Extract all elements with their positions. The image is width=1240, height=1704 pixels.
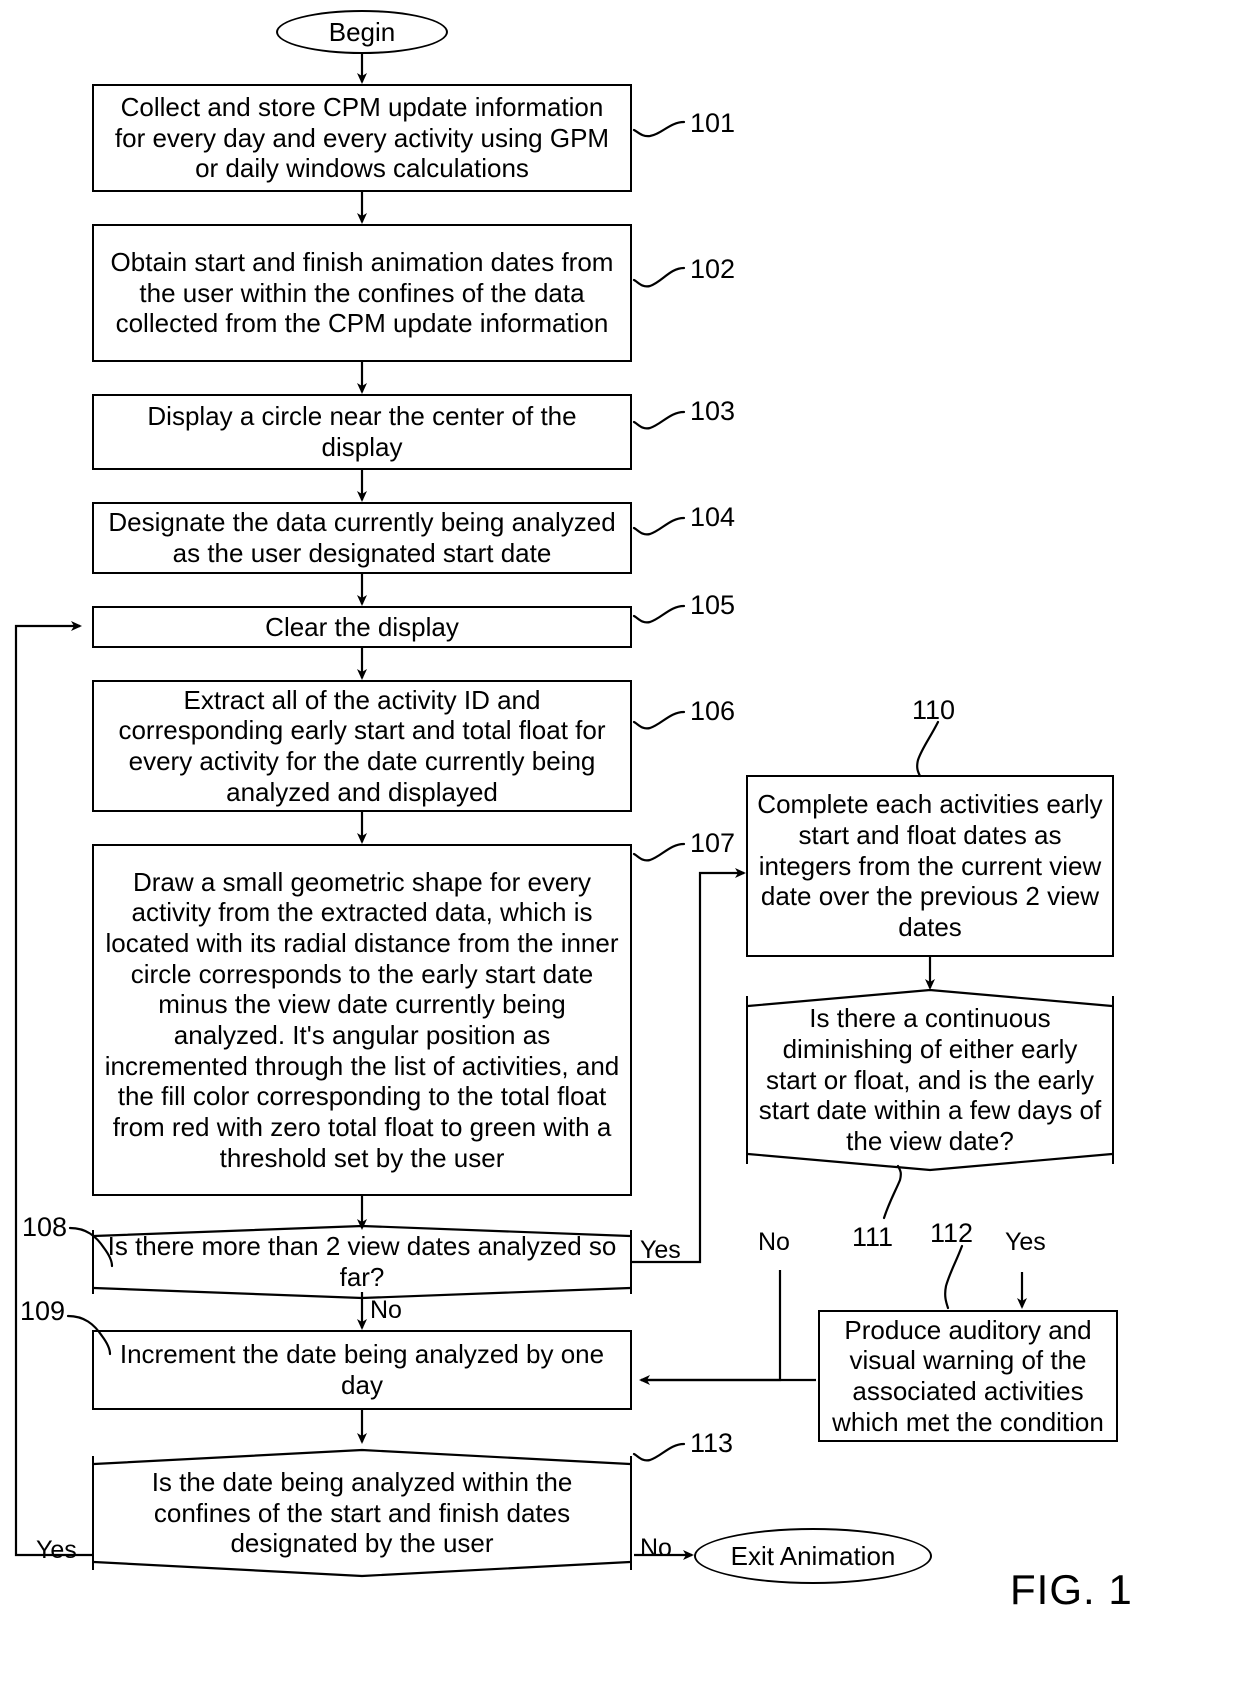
figure-label: FIG. 1 [1010,1566,1133,1613]
edge-label-no-113: No [640,1534,672,1562]
ref-number-108: 108 [22,1212,68,1242]
decision-108: Is there more than 2 view dates analyzed… [92,1230,632,1294]
edge-label-yes-113: Yes [36,1536,77,1564]
process-109-label: Increment the date being analyzed by one… [119,1339,605,1400]
process-107: Draw a small geometric shape for every a… [92,844,632,1196]
process-109: Increment the date being analyzed by one… [92,1330,632,1410]
edge-label-yes-108: Yes [640,1236,681,1264]
process-105: Clear the display [92,606,632,648]
process-105-label: Clear the display [265,611,459,642]
decision-108-label: Is there more than 2 view dates analyzed… [107,1231,617,1292]
ref-number-107: 107 [690,828,736,858]
process-102-label: Obtain start and finish animation dates … [110,246,614,339]
process-104: Designate the data currently being analy… [92,502,632,574]
terminator-exit-label: Exit Animation [730,1540,896,1571]
process-110: Complete each activities early start and… [746,775,1114,957]
process-112-label: Produce auditory and visual warning of t… [832,1314,1104,1437]
process-102: Obtain start and finish animation dates … [92,224,632,362]
ref-number-111: 111 [852,1222,894,1252]
terminator-exit: Exit Animation [694,1528,932,1584]
ref-number-113: 113 [690,1428,734,1458]
process-106-label: Extract all of the activity ID and corre… [118,684,606,807]
edge-label-no-108: No [370,1296,402,1324]
ref-number-101: 101 [690,108,736,138]
edge-label-no-111: No [758,1228,790,1256]
ref-number-109: 109 [20,1296,66,1326]
terminator-begin-label: Begin [328,16,396,47]
process-106: Extract all of the activity ID and corre… [92,680,632,812]
terminator-begin: Begin [276,10,448,54]
ref-number-110: 110 [912,695,956,725]
process-101: Collect and store CPM update information… [92,84,632,192]
process-104-label: Designate the data currently being analy… [108,507,616,568]
decision-111-label: Is there a continuous diminishing of eit… [758,1003,1102,1156]
process-103: Display a circle near the center of the … [92,394,632,470]
process-103-label: Display a circle near the center of the … [147,401,577,462]
process-112: Produce auditory and visual warning of t… [818,1310,1118,1442]
decision-111: Is there a continuous diminishing of eit… [746,996,1114,1164]
decision-113-label: Is the date being analyzed within the co… [151,1466,573,1559]
decision-113: Is the date being analyzed within the co… [92,1456,632,1570]
process-110-label: Complete each activities early start and… [757,789,1103,942]
ref-number-102: 102 [690,254,736,284]
edge-label-yes-111: Yes [1005,1228,1046,1256]
process-107-label: Draw a small geometric shape for every a… [104,866,620,1173]
figure-canvas: Begin Collect and store CPM update infor… [0,0,1240,1704]
ref-number-104: 104 [690,502,736,532]
ref-number-103: 103 [690,396,736,426]
ref-number-112: 112 [930,1218,974,1248]
ref-number-105: 105 [690,590,736,620]
process-101-label: Collect and store CPM update information… [114,91,610,184]
ref-number-106: 106 [690,696,736,726]
